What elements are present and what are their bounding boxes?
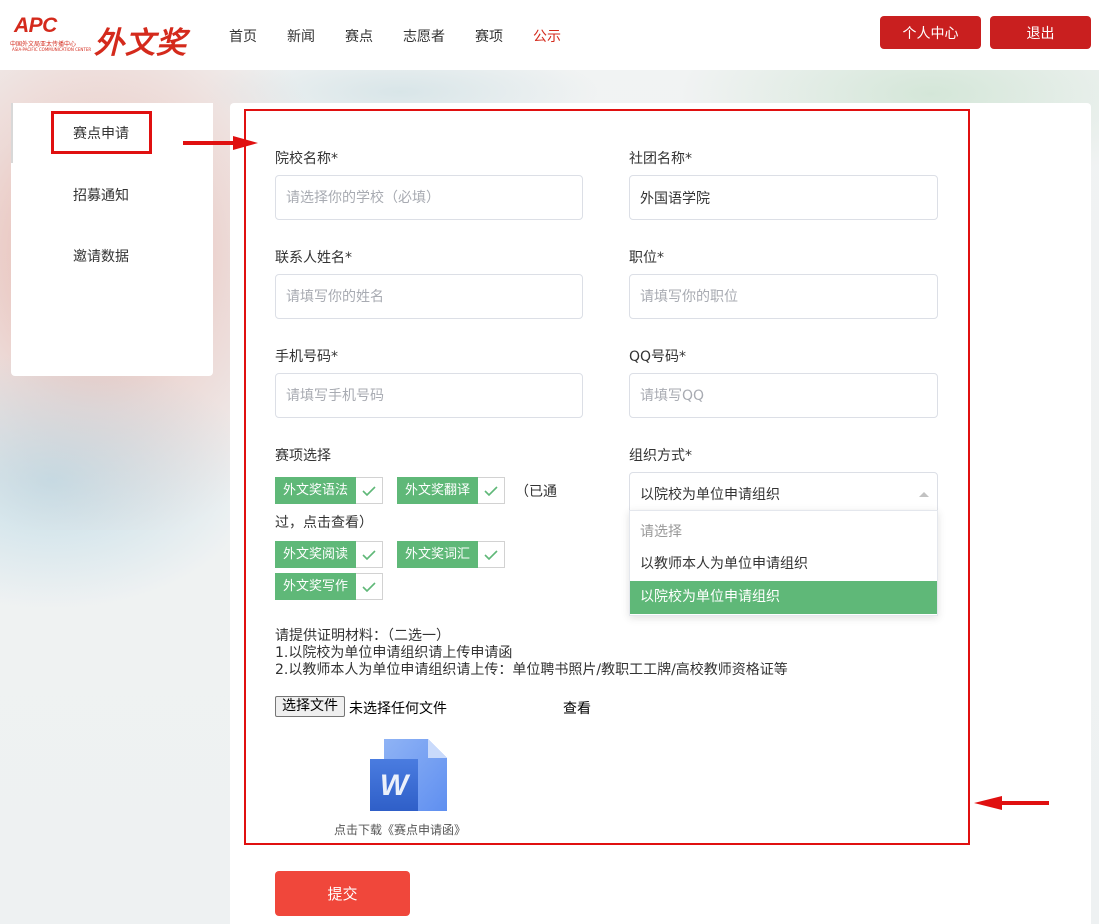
main-nav: 首页 新闻 赛点 志愿者 赛项 公示 [229,26,591,46]
nav-events[interactable]: 赛项 [475,26,503,46]
svg-text:W: W [380,769,411,802]
event-checkbox-vocabulary[interactable]: 外文奖词汇 [397,541,506,568]
nav-announcements[interactable]: 公示 [533,26,561,46]
org-option-placeholder[interactable]: 请选择 [630,516,937,549]
logout-button[interactable]: 退出 [990,16,1091,49]
submit-button[interactable]: 提交 [275,871,410,916]
events-label: 赛项选择 [275,448,331,464]
org-option-teacher[interactable]: 以教师本人为单位申请组织 [630,548,937,581]
event-checkbox-translation[interactable]: 外文奖翻译 [397,477,506,504]
school-input[interactable] [275,175,583,220]
event-checkbox-reading[interactable]: 外文奖阅读 [275,541,384,568]
event-checkbox-writing[interactable]: 外文奖写作 [275,573,384,600]
club-input[interactable] [629,175,938,220]
site-logo[interactable]: APC 中国外文局亚太传播中心 ASIA-PACIFIC COMMUNICATI… [10,14,200,61]
phone-input[interactable] [275,373,583,418]
checkbox-label: 外文奖阅读 [275,541,357,568]
club-label: 社团名称* [629,151,692,167]
highlight-box [51,111,152,154]
nav-home[interactable]: 首页 [229,26,257,46]
org-label: 组织方式* [629,448,692,464]
proof-line: 2.以教师本人为单位申请组织请上传：单位聘书照片/教职工工牌/高校教师资格证等 [275,662,788,678]
school-label: 院校名称* [275,151,338,167]
check-icon [356,573,384,600]
nav-volunteers[interactable]: 志愿者 [403,26,445,46]
logo-subtitle-en: ASIA-PACIFIC COMMUNICATION CENTER [12,47,92,52]
check-icon [356,477,384,504]
checkbox-label: 外文奖翻译 [397,477,479,504]
sidebar-item-label: 邀请数据 [73,249,129,265]
background-decoration [0,350,260,610]
sidebar-item-invite-data[interactable]: 邀请数据 [11,226,213,286]
proof-line: 请提供证明材料：（二选一） [275,628,450,644]
nav-news[interactable]: 新闻 [287,26,315,46]
choose-file-button[interactable]: 选择文件 [275,696,345,717]
top-header: APC 中国外文局亚太传播中心 ASIA-PACIFIC COMMUNICATI… [0,0,1099,70]
logo-brand-text: 外文奖 [94,26,187,61]
file-status: 未选择任何文件 [349,701,447,717]
position-label: 职位* [629,250,664,266]
check-icon [478,477,506,504]
qq-input[interactable] [629,373,938,418]
sidebar-item-recruitment[interactable]: 招募通知 [11,165,213,225]
event-checkbox-grammar[interactable]: 外文奖语法 [275,477,384,504]
approved-note[interactable]: （已通 [515,481,557,501]
checkbox-label: 外文奖语法 [275,477,357,504]
annotation-arrow-icon [974,796,1049,810]
org-selected-value: 以院校为单位申请组织 [640,487,780,503]
org-option-school[interactable]: 以院校为单位申请组织 [630,581,937,614]
word-doc-icon[interactable]: W [370,737,448,811]
phone-label: 手机号码* [275,349,338,365]
org-dropdown: 请选择 以教师本人为单位申请组织 以院校为单位申请组织 [629,510,938,616]
download-application-link[interactable]: 点击下载《赛点申请函》 [334,821,466,838]
contact-label: 联系人姓名* [275,250,352,266]
annotation-arrow-icon [183,136,258,150]
nav-venues[interactable]: 赛点 [345,26,373,46]
contact-name-input[interactable] [275,274,583,319]
check-icon [356,541,384,568]
proof-line: 1.以院校为单位申请组织请上传申请函 [275,645,513,661]
logo-apc-text: APC [14,14,57,37]
approved-note-continued[interactable]: 过，点击查看） [275,512,373,532]
proof-instructions: 请提供证明材料：（二选一） 1.以院校为单位申请组织请上传申请函 2.以教师本人… [275,628,788,679]
caret-up-icon [919,492,929,497]
qq-label: QQ号码* [629,349,687,365]
sidebar-item-label: 招募通知 [73,188,129,204]
check-icon [478,541,506,568]
checkbox-label: 外文奖词汇 [397,541,479,568]
checkbox-label: 外文奖写作 [275,573,357,600]
view-file-link[interactable]: 查看 [563,698,591,718]
position-input[interactable] [629,274,938,319]
personal-center-button[interactable]: 个人中心 [880,16,981,49]
